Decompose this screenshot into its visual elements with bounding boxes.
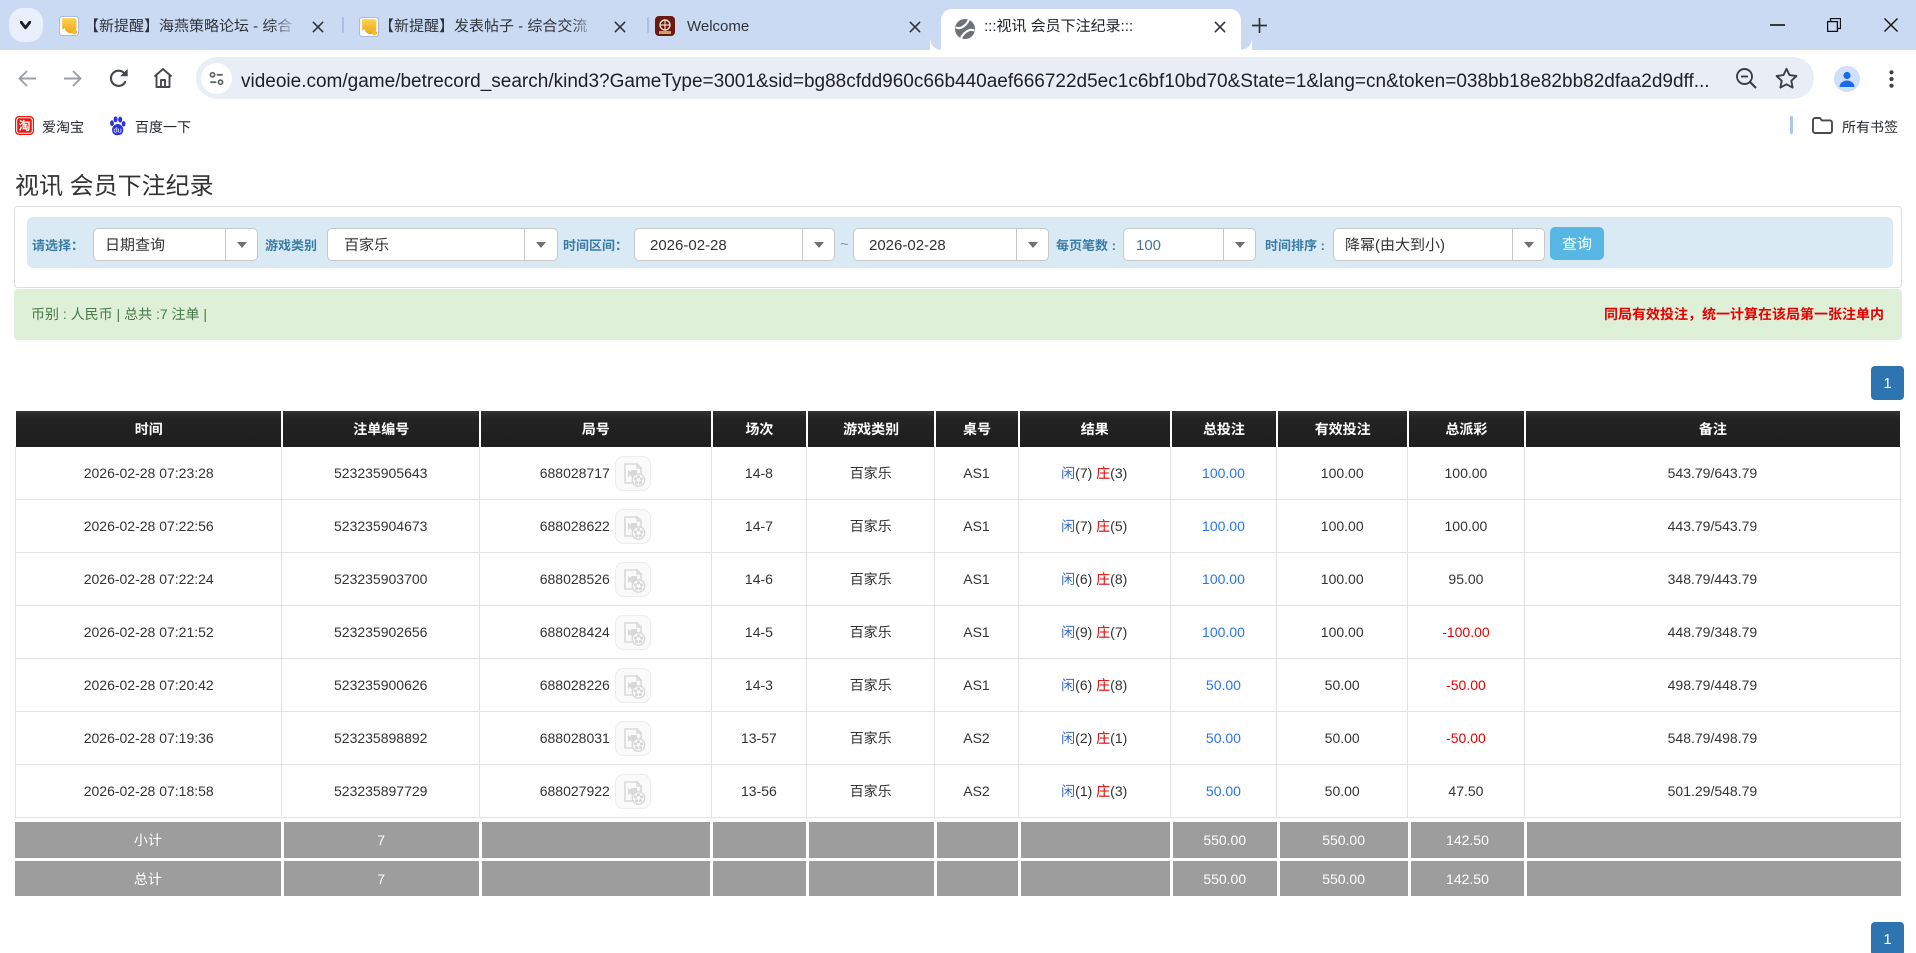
svg-text:du: du [114, 125, 122, 134]
svg-text:淘: 淘 [18, 117, 30, 134]
